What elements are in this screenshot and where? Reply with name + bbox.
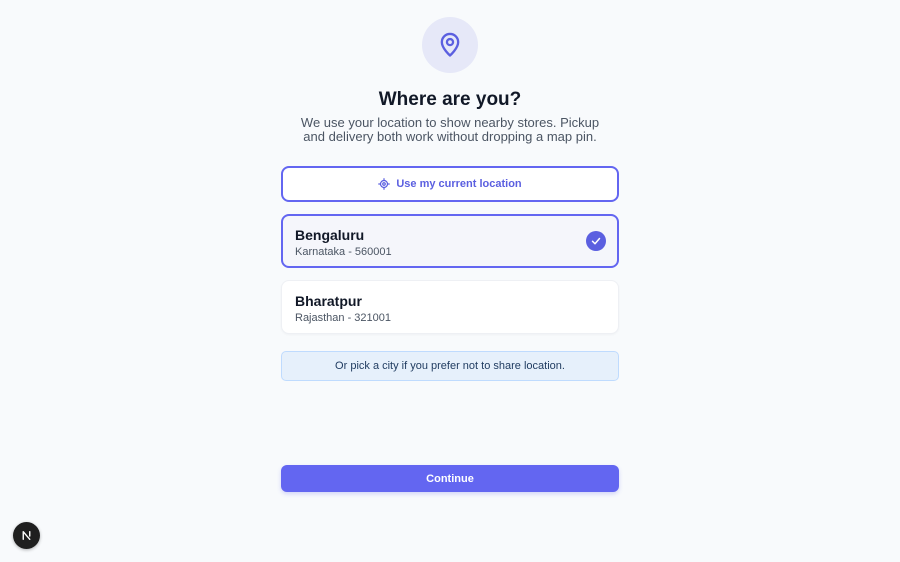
city-name: Bengaluru bbox=[295, 227, 365, 243]
crosshair-icon bbox=[378, 178, 391, 190]
map-pin-icon bbox=[440, 32, 460, 57]
info-hint: Or pick a city if you prefer not to shar… bbox=[281, 351, 619, 381]
nextjs-logo-icon bbox=[22, 531, 31, 540]
use-current-location-label: Use my current location bbox=[396, 178, 522, 190]
city-region: Karnataka - 560001 bbox=[295, 246, 392, 258]
continue-button[interactable]: Continue bbox=[281, 465, 619, 492]
nextjs-dev-tools-button[interactable] bbox=[13, 522, 40, 549]
city-name: Bharatpur bbox=[295, 293, 362, 309]
location-pin-badge bbox=[422, 17, 478, 73]
use-current-location-button[interactable]: Use my current location bbox=[281, 166, 619, 202]
city-option-bharatpur[interactable]: Bharatpur Rajasthan - 321001 bbox=[281, 280, 619, 334]
city-option-bengaluru[interactable]: Bengaluru Karnataka - 560001 bbox=[281, 214, 619, 268]
info-hint-text: Or pick a city if you prefer not to shar… bbox=[335, 360, 565, 372]
page-title: Where are you? bbox=[378, 89, 522, 110]
city-region: Rajasthan - 321001 bbox=[295, 312, 392, 324]
page-subtitle: We use your location to show nearby stor… bbox=[300, 115, 600, 144]
selected-check-icon bbox=[586, 231, 606, 251]
